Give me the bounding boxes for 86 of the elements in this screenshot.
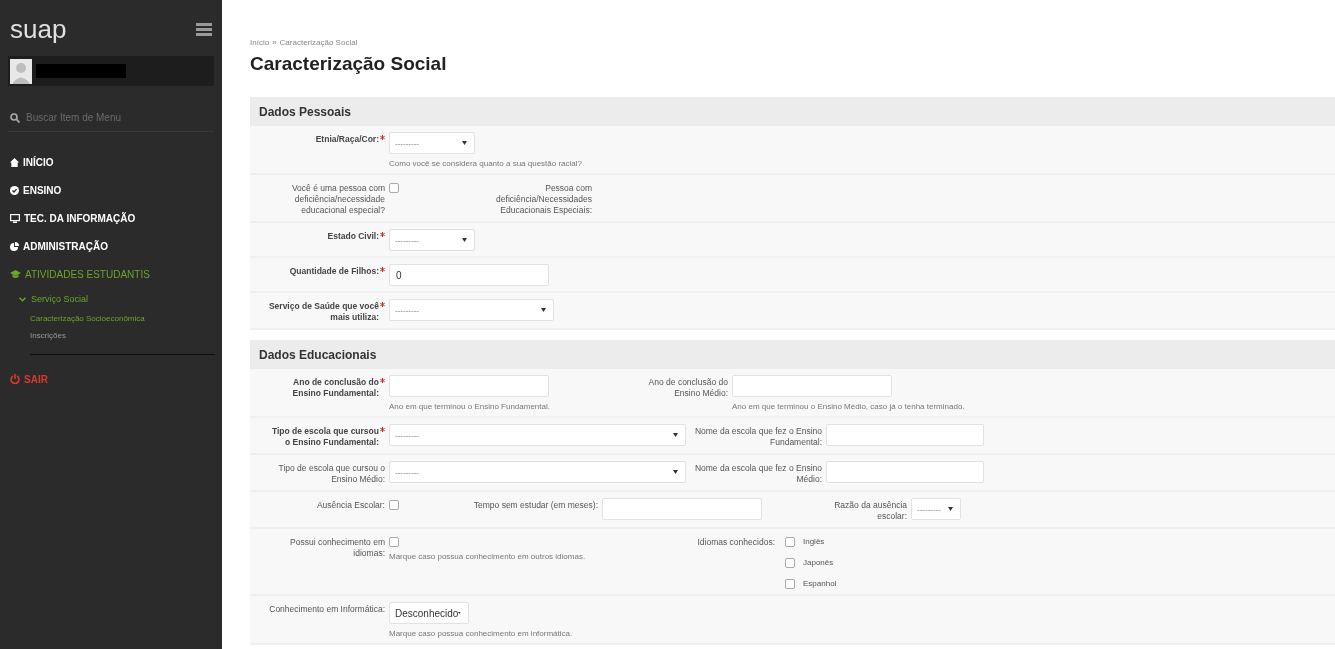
monitor-icon [10,213,20,223]
section-title: Dados Educacionais [259,347,377,362]
select-dropdown[interactable]: --------- [389,299,554,321]
submenu-link[interactable]: Caracterização Socioeconômica [8,310,214,327]
select-dropdown[interactable]: --------- [389,132,475,154]
select-dropdown[interactable]: --------- [389,424,686,446]
field-label: Você é uma pessoa com deficiência/necessidade educacional especial? [290,183,385,216]
field-label: Possui conhecimento em idiomas: [289,537,385,559]
field-label: Tipo de escola que cursou o Ensino Médio: [277,463,385,485]
chevron-icon [19,296,26,302]
text-field[interactable] [602,498,762,520]
field-label: Pessoa com deficiência/Necessidades Educacionais Especiais: [495,183,592,216]
field-label: Nome da escola que fez o Ensino Médio: [693,463,822,485]
menu-icon[interactable] [196,22,212,36]
caret-icon [541,308,546,312]
field-label: Ausência Escolar: [316,500,385,511]
checkbox-label: Inglês [803,536,825,546]
checkbox[interactable] [389,500,399,510]
help-text: Ano em que terminou o Ensino Médio, caso já o tenha terminado. [732,402,965,411]
menu-item[interactable]: INÍCIO [8,148,214,176]
caret-icon [462,238,467,242]
power-icon [10,374,20,384]
select-dropdown[interactable]: --------- [911,498,961,520]
submenu-link[interactable]: Inscrições [8,327,214,344]
menu-item[interactable]: ADMINISTRAÇÃO [8,232,214,260]
breadcrumb-separator: » [272,38,277,47]
field-label: Nome da escola que fez o Ensino Fundamental: [693,426,822,448]
required-asterisk-icon [380,267,385,272]
pie-chart-icon [10,241,19,251]
text-field[interactable] [732,375,892,397]
menu-item[interactable]: ATIVIDADES ESTUDANTIS [8,260,214,288]
checkbox[interactable] [389,183,399,193]
field-label: Etnia/Raça/Cor: [315,134,379,145]
help-text: Marque caso possua conhecimento em outros idiomas. [389,552,586,561]
required-asterisk-icon [380,232,385,237]
field-label: Quantidade de Filhos: [289,266,379,277]
breadcrumb-link[interactable]: Caracterização Social [279,38,358,47]
help-text: Marque caso possua conhecimento em informática. [389,629,573,638]
checkbox-label: Espanhol [803,578,837,588]
field-label: Tempo sem estudar (em meses): [473,500,598,511]
caret-icon [673,433,678,437]
checkbox-label: Japonês [803,557,834,567]
field-label: Conhecimento em Informática: [269,604,385,615]
menu-item[interactable]: ENSINO [8,176,214,204]
help-text: Como você se considera quanto a sua questão racial? [389,159,582,168]
checkbox[interactable] [785,537,795,547]
checkbox[interactable] [389,537,399,547]
field-label: Ano de conclusão do Ensino Fundamental: [291,377,379,399]
page-title: Caracterização Social [250,52,448,76]
search-field[interactable]: Buscar Item de Menu [26,112,196,123]
required-asterisk-icon [380,302,385,307]
field-label: Razão da ausência escolar: [833,500,907,522]
caret-icon [458,611,461,615]
text-field[interactable] [826,461,984,483]
caret-icon [673,470,678,474]
checkbox[interactable] [785,558,795,568]
required-asterisk-icon [380,378,385,383]
field-label: Ano de conclusão do Ensino Médio: [647,377,728,399]
field-label: Serviço de Saúde que você mais utiliza: [267,301,379,323]
required-asterisk-icon [380,427,385,432]
required-asterisk-icon [380,135,385,140]
select-dropdown[interactable]: --------- [389,229,475,251]
caret-icon [948,507,953,511]
select-dropdown[interactable]: Desconhecido [389,602,469,624]
menu-item[interactable]: TEC. DA INFORMAÇÃO [8,204,214,232]
field-label: Idiomas conhecidos: [697,537,775,548]
text-field[interactable] [826,424,984,446]
caret-icon [462,141,467,145]
checkbox[interactable] [785,579,795,589]
check-circle-icon [10,185,19,195]
home-icon [10,157,19,167]
search-icon [10,112,20,123]
logo[interactable]: suap [10,14,67,44]
select-dropdown[interactable]: --------- [389,461,686,483]
field-label: Tipo de escola que cursou o Ensino Fundamental: [270,426,379,448]
help-text: Ano em que terminou o Ensino Fundamental. [389,402,550,411]
submenu-item[interactable]: Serviço Social [8,288,214,310]
text-field[interactable]: 0 [389,264,549,286]
avatar-silhouette [10,58,32,84]
user-card[interactable] [8,56,214,86]
text-field[interactable] [389,375,549,397]
graduation-cap-icon [10,269,21,279]
section-title: Dados Pessoais [259,104,352,119]
logout-item[interactable]: SAIR [8,365,214,393]
field-label: Estado Civil: [327,231,379,242]
breadcrumb-link[interactable]: Início [250,38,270,47]
